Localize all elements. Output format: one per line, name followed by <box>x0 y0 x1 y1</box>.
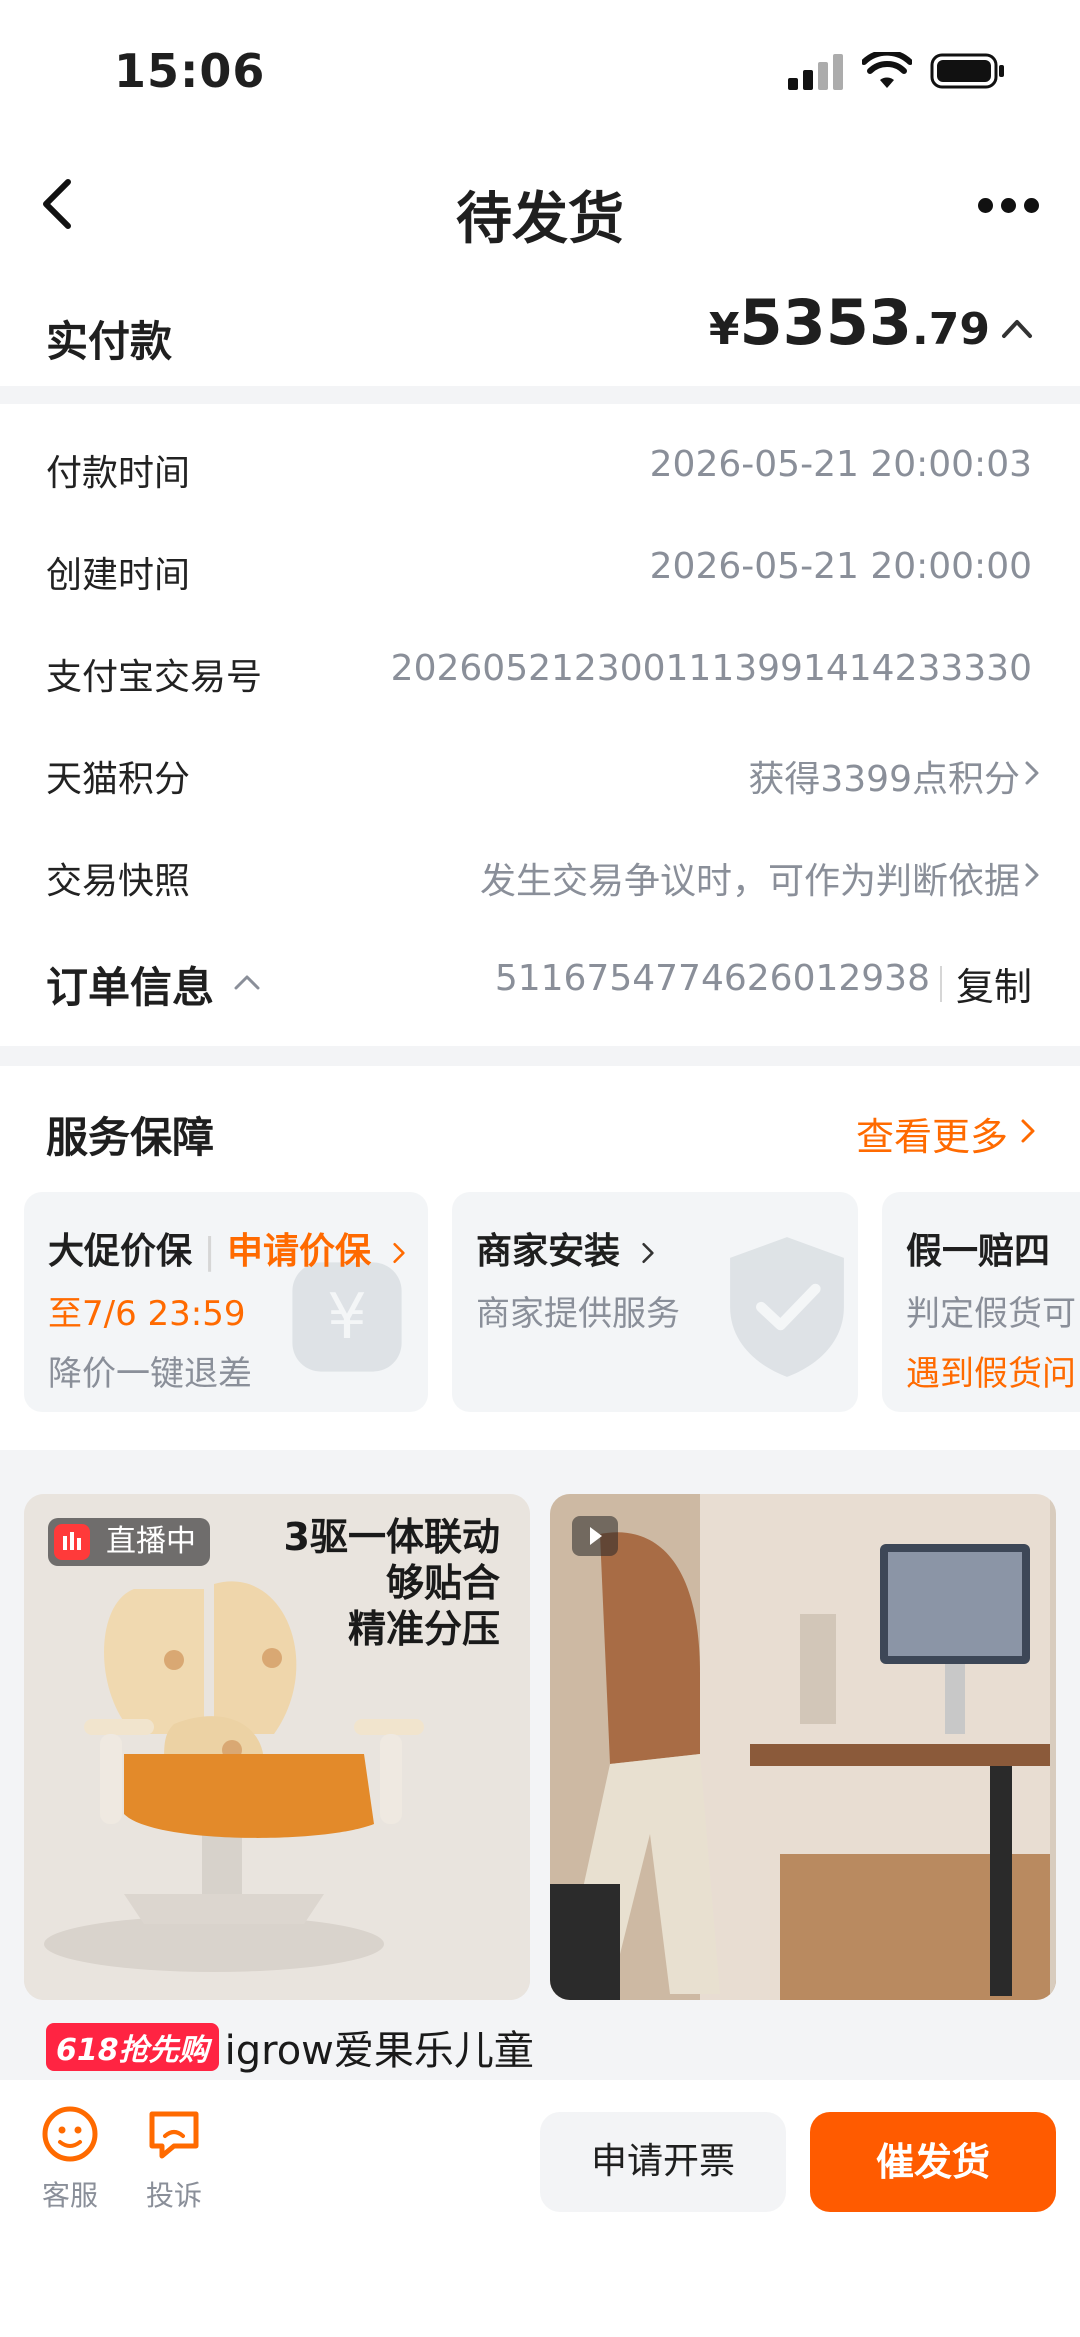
card-desc: 判定假货可 <box>906 1294 1076 1334</box>
card-title: 大促价保 <box>48 1231 193 1272</box>
more-options-icon[interactable] <box>978 198 1040 214</box>
order-info-row: 订单信息 5116754774626012938 复制 <box>0 930 1080 1040</box>
row-label: 付款时间 <box>46 453 191 494</box>
card-desc: 商家提供服务 <box>476 1294 680 1334</box>
shield-check-icon <box>730 1237 844 1377</box>
product-name: igrow爱果乐儿童 <box>224 2028 534 2074</box>
service-card-price-protect[interactable]: ¥ 大促价保 | 申请价保 至7/6 23:59 降价一键退差 <box>24 1192 428 1412</box>
product-tile-desk-video[interactable] <box>550 1494 1056 2000</box>
signal-icon <box>788 54 846 90</box>
row-label: 交易快照 <box>46 861 191 902</box>
info-row-pay-time: 付款时间 2026-05-21 20:00:03 <box>0 416 1080 516</box>
live-label: 直播中 <box>106 1524 196 1559</box>
row-label: 创建时间 <box>46 555 191 596</box>
chevron-up-icon[interactable] <box>232 972 262 992</box>
card-title-line: 商家安装 <box>476 1222 655 1274</box>
complain-icon <box>149 2111 199 2159</box>
chevron-right-icon <box>392 1242 405 1264</box>
row-label: 支付宝交易号 <box>46 657 263 698</box>
paid-amount-row[interactable]: 实付款 ¥5353.79 <box>0 280 1080 380</box>
info-row-create-time: 创建时间 2026-05-21 20:00:00 <box>0 518 1080 618</box>
divider <box>940 966 942 1002</box>
battery-icon <box>930 53 1004 89</box>
apply-price-protect-link[interactable]: 申请价保 <box>227 1231 371 1272</box>
currency-symbol: ¥ <box>708 304 740 355</box>
card-title: 商家安装 <box>476 1231 621 1272</box>
promo-618-badge: 618抢先购 <box>46 2023 219 2071</box>
live-icon <box>54 1524 90 1560</box>
chevron-up-icon[interactable] <box>1000 316 1034 340</box>
row-label: 天猫积分 <box>46 759 191 800</box>
info-row-alipay-number: 支付宝交易号 2026052123001113991414233330 <box>0 620 1080 720</box>
card-deadline: 至7/6 23:59 <box>48 1294 246 1334</box>
promo-line: 3驱一体联动 <box>283 1515 500 1559</box>
row-value: 2026-05-21 20:00:03 <box>649 444 1032 485</box>
view-more-link[interactable]: 查看更多 <box>856 1106 1008 1161</box>
bottom-action-bar: 客服 投诉 申请开票 催发货 <box>0 2082 1080 2337</box>
svg-text:¥: ¥ <box>327 1280 367 1353</box>
service-card-installation[interactable]: 商家安装 商家提供服务 <box>452 1192 858 1412</box>
product-title[interactable]: 618抢先购 igrow爱果乐儿童 <box>46 2018 534 2076</box>
nav-bar: 待发货 <box>0 150 1080 260</box>
amount-decimal: .79 <box>912 304 990 355</box>
promo-line: 够贴合 <box>385 1561 500 1605</box>
paid-amount: ¥5353.79 <box>709 286 990 359</box>
status-time: 15:06 <box>114 44 266 98</box>
chevron-right-icon <box>1025 761 1039 785</box>
section-divider <box>0 386 1080 404</box>
product-tile-chair[interactable]: 直播中 3驱一体联动 够贴合 精准分压 <box>24 1494 530 2000</box>
card-desc: 降价一键退差 <box>48 1354 252 1394</box>
order-number: 5116754774626012938 <box>494 958 930 999</box>
order-info-label: 订单信息 <box>46 963 215 1012</box>
service-card-fake-compensation[interactable]: 假一赔四 判定假货可 遇到假货问 <box>882 1192 1080 1412</box>
request-invoice-button[interactable]: 申请开票 <box>540 2112 786 2212</box>
complain-label: 投诉 <box>145 2179 202 2212</box>
page-title: 待发货 <box>456 187 624 252</box>
customer-service-button[interactable]: 客服 <box>30 2104 110 2214</box>
complain-button[interactable]: 投诉 <box>134 2104 214 2214</box>
row-value: 2026-05-21 20:00:00 <box>649 546 1032 587</box>
customer-service-label: 客服 <box>41 2179 98 2212</box>
paid-label: 实付款 <box>46 317 173 366</box>
promo-line: 精准分压 <box>347 1607 500 1651</box>
play-icon[interactable] <box>572 1516 618 1556</box>
desk-image <box>550 1494 1056 2000</box>
row-value: 发生交易争议时，可作为判断依据 <box>479 861 1020 902</box>
service-title: 服务保障 <box>46 1113 215 1162</box>
chevron-right-icon[interactable] <box>1020 1118 1036 1144</box>
info-row-snapshot[interactable]: 交易快照 发生交易争议时，可作为判断依据 <box>0 824 1080 924</box>
urge-shipment-button[interactable]: 催发货 <box>810 2112 1056 2212</box>
promo-text: 3驱一体联动 够贴合 精准分压 <box>284 1514 500 1652</box>
copy-button[interactable]: 复制 <box>956 956 1032 1011</box>
section-divider <box>0 1046 1080 1066</box>
status-bar: 15:06 <box>0 0 1080 140</box>
row-value: 获得3399点积分 <box>748 759 1020 800</box>
chevron-right-icon <box>641 1242 654 1264</box>
wifi-icon <box>862 52 912 88</box>
chevron-right-icon <box>1025 863 1039 887</box>
row-value: 2026052123001113991414233330 <box>390 648 1032 689</box>
live-badge: 直播中 <box>48 1518 210 1566</box>
card-note: 遇到假货问 <box>906 1354 1076 1394</box>
service-header: 服务保障 查看更多 <box>0 1080 1080 1180</box>
customer-service-icon <box>42 2106 98 2162</box>
card-title-line: 大促价保 | 申请价保 <box>48 1222 406 1274</box>
card-title: 假一赔四 <box>906 1231 1051 1272</box>
amount-integer: 5353 <box>739 286 913 359</box>
info-row-tmall-points[interactable]: 天猫积分 获得3399点积分 <box>0 722 1080 822</box>
